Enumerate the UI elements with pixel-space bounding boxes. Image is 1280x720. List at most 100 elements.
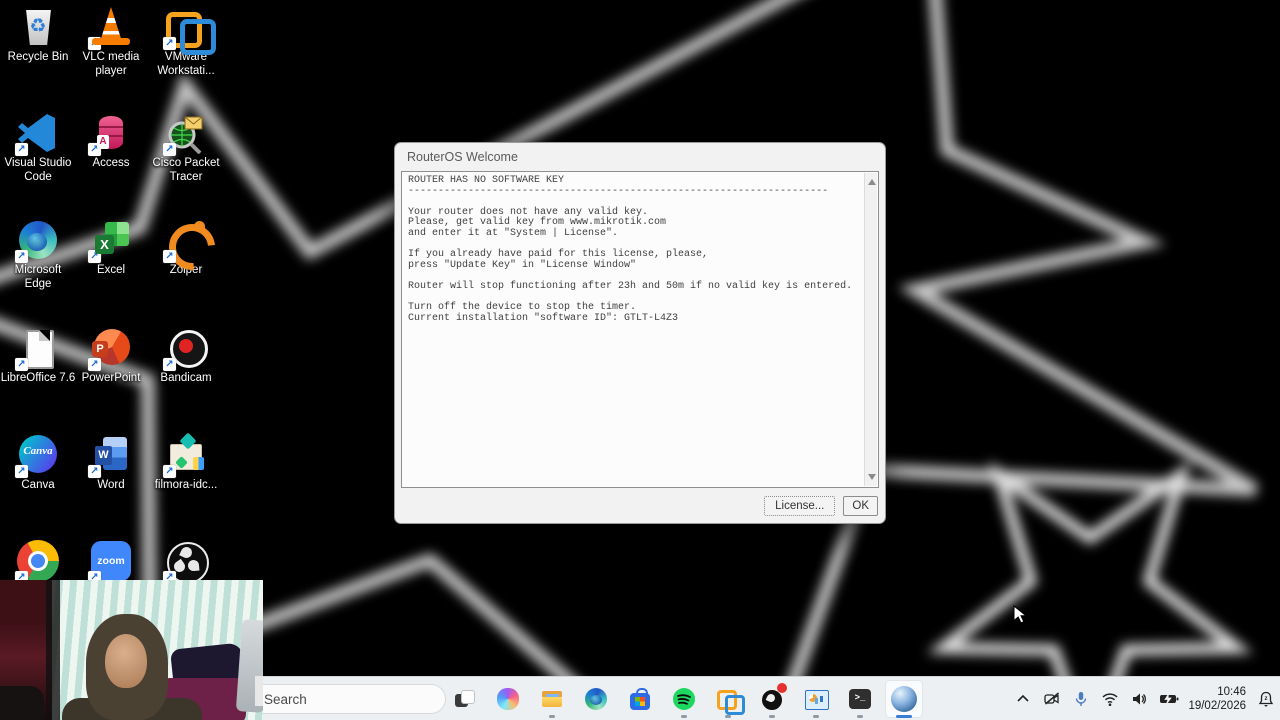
notification-bell-icon[interactable]: z xyxy=(1257,690,1275,708)
canva-logo-text: Canva xyxy=(23,445,53,457)
shortcut-arrow-icon: ↗ xyxy=(88,465,101,478)
obs-icon: ↗ xyxy=(163,540,209,584)
desktop-icon-filmora[interactable]: ↗ filmora-idc... xyxy=(148,434,224,493)
powerpoint-letter: P xyxy=(92,341,108,357)
vmware-icon: ↗ xyxy=(163,6,216,55)
desktop-icon-zoom[interactable]: zoom ↗ xyxy=(73,540,149,585)
window-title-bar[interactable]: RouterOS Welcome xyxy=(395,143,885,170)
desktop-icon-vmware[interactable]: ↗ VMware Workstati... xyxy=(148,6,224,78)
search-label: Search xyxy=(264,691,307,707)
battery-icon[interactable] xyxy=(1159,690,1179,708)
desktop-icon-word[interactable]: W ↗ Word xyxy=(73,434,149,493)
access-icon: A ↗ xyxy=(88,112,132,156)
filmora-shield xyxy=(193,457,204,470)
recording-dot xyxy=(777,683,787,693)
recycle-glyph: ♻ xyxy=(29,15,47,37)
desktop-icon-canva[interactable]: Canva ↗ Canva xyxy=(0,434,76,493)
active-indicator xyxy=(896,715,912,718)
taskbar-icons: >_ xyxy=(452,677,922,720)
zoiper-icon: ↗ xyxy=(163,219,207,263)
vscode-icon: ↗ xyxy=(15,112,59,156)
spotify-icon[interactable] xyxy=(672,687,696,718)
license-message-area[interactable]: ROUTER HAS NO SOFTWARE KEY -------------… xyxy=(401,171,879,488)
scroll-up-icon[interactable] xyxy=(868,179,876,185)
system-tray: 10:46 19/02/2026 z xyxy=(1014,677,1275,720)
edge-icon: ↗ xyxy=(15,219,59,263)
license-message-text: ROUTER HAS NO SOFTWARE KEY -------------… xyxy=(408,175,853,324)
clock-time: 10:46 xyxy=(1217,686,1246,698)
shortcut-arrow-icon: ↗ xyxy=(163,250,176,263)
camera-off-icon[interactable] xyxy=(1043,690,1061,708)
shortcut-arrow-icon: ↗ xyxy=(15,358,28,371)
vmware-taskbar-icon[interactable] xyxy=(716,687,745,718)
winbox-icon xyxy=(891,686,917,712)
shortcut-arrow-icon: ↗ xyxy=(163,465,176,478)
webcam-person-face xyxy=(105,634,147,688)
chrome-center xyxy=(31,554,45,568)
desktop-icon-access[interactable]: A ↗ Access xyxy=(73,112,149,171)
clock-date: 19/02/2026 xyxy=(1188,700,1246,712)
word-icon: W ↗ xyxy=(88,434,132,478)
desktop-icon-vlc[interactable]: ↗ VLC media player xyxy=(73,6,149,78)
powerpoint-icon: P ↗ xyxy=(88,327,132,371)
dialog-buttons: License... OK xyxy=(764,496,878,516)
excel-icon: X ↗ xyxy=(88,219,132,263)
store-icon[interactable] xyxy=(628,687,652,711)
desktop-icon-vscode[interactable]: ↗ Visual Studio Code xyxy=(0,112,76,184)
desktop-icon-packet-tracer[interactable]: ↗ Cisco Packet Tracer xyxy=(148,112,224,184)
license-button[interactable]: License... xyxy=(764,496,836,516)
desktop-icon-libreoffice[interactable]: ↗ LibreOffice 7.6 xyxy=(0,327,76,386)
zoom-icon: zoom ↗ xyxy=(88,540,132,584)
edge-taskbar-icon[interactable] xyxy=(584,687,608,711)
bandicam-icon: ↗ xyxy=(163,327,208,371)
desktop-icon-powerpoint[interactable]: P ↗ PowerPoint xyxy=(73,327,149,386)
taskbar-clock[interactable]: 10:46 19/02/2026 xyxy=(1188,685,1246,713)
volume-icon[interactable] xyxy=(1130,690,1148,708)
wifi-icon[interactable] xyxy=(1101,690,1119,708)
desktop-icon-zoiper[interactable]: ↗ Zoiper xyxy=(148,219,224,278)
copilot-icon[interactable] xyxy=(496,687,520,711)
recycle-bin-icon: ♻ xyxy=(17,6,59,48)
desktop-screen: ♻ Recycle Bin ↗ VLC media player ↗ VMwar… xyxy=(0,0,1280,720)
shortcut-arrow-icon: ↗ xyxy=(88,358,101,371)
shortcut-arrow-icon: ↗ xyxy=(15,250,28,263)
terminal-icon[interactable]: >_ xyxy=(848,687,872,718)
filmora-green xyxy=(175,456,188,469)
access-letter: A xyxy=(97,135,109,149)
shortcut-arrow-icon: ↗ xyxy=(163,358,176,371)
word-letter: W xyxy=(95,446,112,465)
cisco-packet-tracer-icon: ↗ xyxy=(163,112,207,156)
desktop-icon-edge[interactable]: ↗ Microsoft Edge xyxy=(0,219,76,291)
desktop-icon-recycle-bin[interactable]: ♻ Recycle Bin xyxy=(0,6,76,65)
shortcut-arrow-icon: ↗ xyxy=(15,465,28,478)
routeros-welcome-window: RouterOS Welcome ROUTER HAS NO SOFTWARE … xyxy=(394,142,886,524)
search-input[interactable]: Search xyxy=(248,684,446,714)
scroll-down-icon[interactable] xyxy=(868,474,876,480)
desktop-icon-obs[interactable]: ↗ xyxy=(148,540,224,585)
canva-icon: Canva ↗ xyxy=(15,434,59,478)
desktop-icon-bandicam[interactable]: ↗ Bandicam xyxy=(148,327,224,386)
window-title: RouterOS Welcome xyxy=(407,150,518,164)
shortcut-arrow-icon: ↗ xyxy=(163,143,176,156)
libreoffice-icon: ↗ xyxy=(15,327,59,371)
excel-letter: X xyxy=(95,235,114,254)
scrollbar[interactable] xyxy=(864,173,877,486)
webcam-overlay xyxy=(0,580,263,720)
vlc-icon: ↗ xyxy=(88,6,132,50)
shortcut-arrow-icon: ↗ xyxy=(88,37,101,50)
task-view-icon[interactable] xyxy=(452,687,476,711)
mouse-cursor xyxy=(1013,605,1028,624)
obs-taskbar-icon[interactable] xyxy=(760,683,787,718)
file-explorer-icon[interactable] xyxy=(540,687,564,718)
resource-monitor-icon[interactable] xyxy=(804,687,829,718)
ok-button[interactable]: OK xyxy=(843,496,878,516)
zoom-logo-text: zoom xyxy=(97,555,125,567)
chrome-icon: ↗ xyxy=(15,540,59,584)
hidden-icons-chevron[interactable] xyxy=(1014,690,1032,708)
microphone-icon[interactable] xyxy=(1072,690,1090,708)
shortcut-arrow-icon: ↗ xyxy=(15,143,28,156)
shortcut-arrow-icon: ↗ xyxy=(163,37,176,50)
desktop-icon-chrome[interactable]: ↗ xyxy=(0,540,76,585)
winbox-taskbar-button[interactable] xyxy=(886,681,922,718)
desktop-icon-excel[interactable]: X ↗ Excel xyxy=(73,219,149,278)
